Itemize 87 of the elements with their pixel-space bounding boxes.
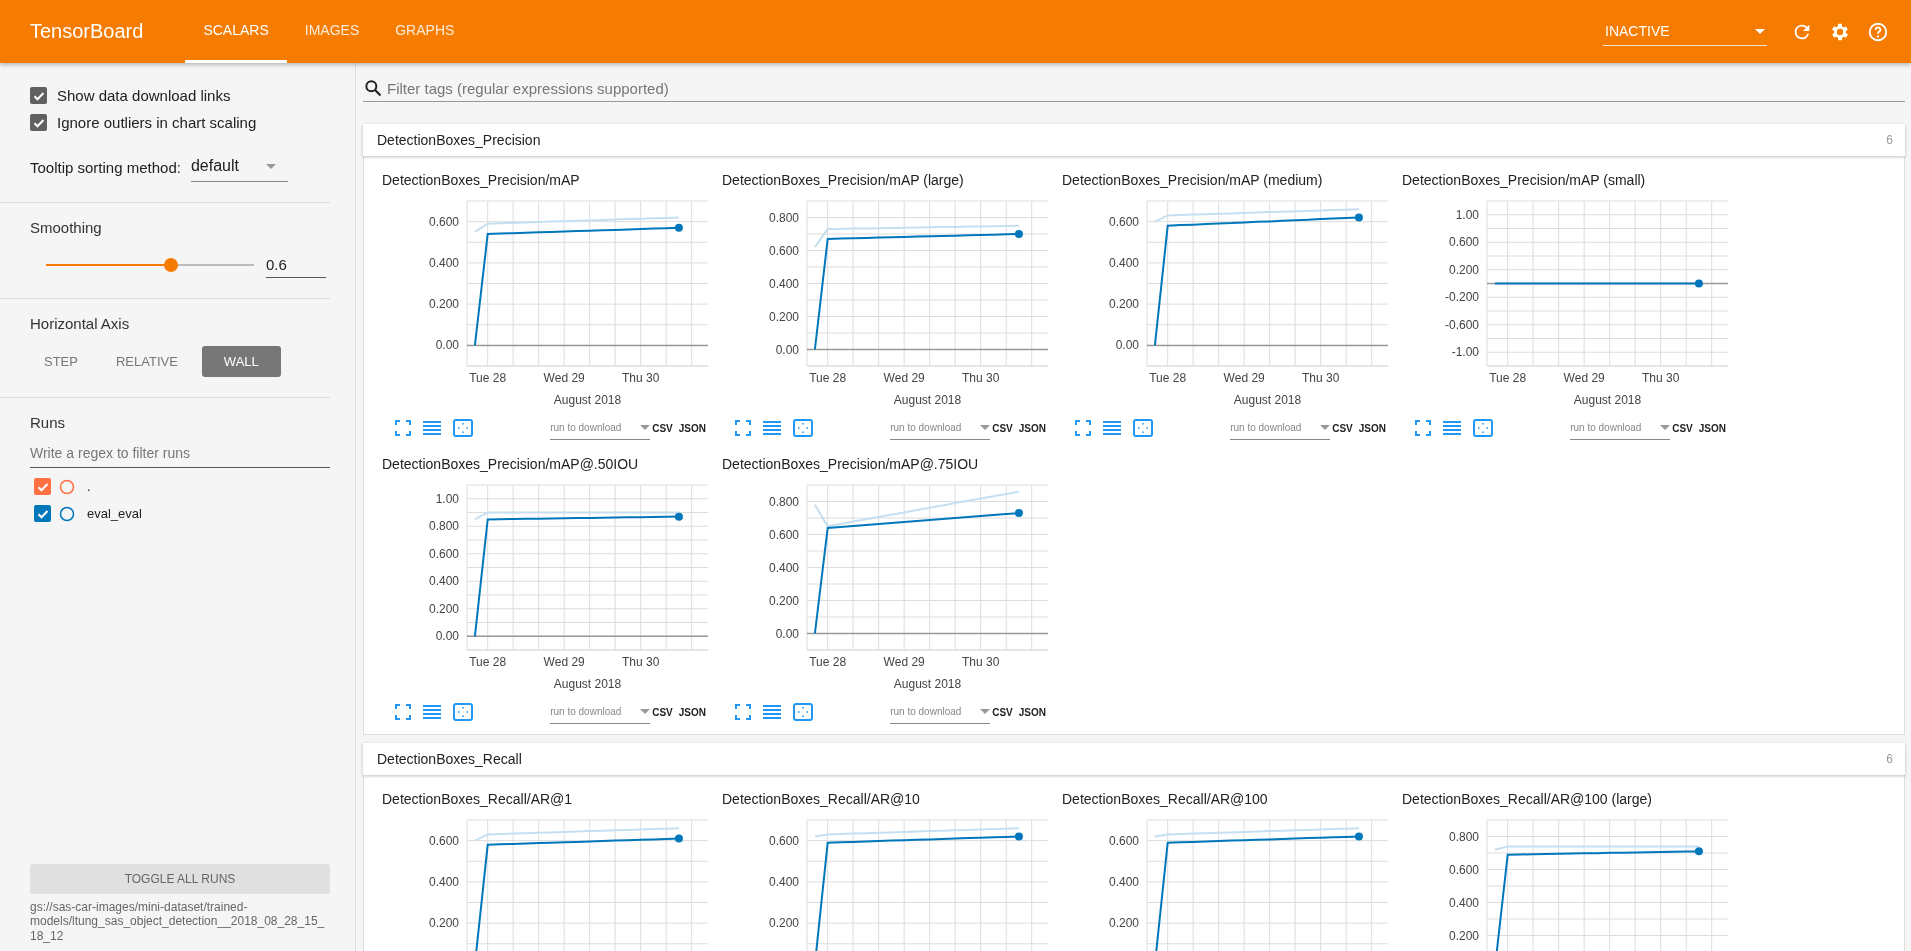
y-tick-label: 0.200 xyxy=(768,309,799,324)
y-tick-label: 0.200 xyxy=(1448,928,1479,943)
x-tick-label: Thu 30 xyxy=(1642,371,1680,385)
y-tick-label: 1.00 xyxy=(435,491,459,506)
x-tick-label: Tue 28 xyxy=(469,371,507,385)
y-tick-label: 0.600 xyxy=(1448,235,1479,250)
x-tick-label: Wed 29 xyxy=(1563,371,1605,385)
x-axis-label: August 2018 xyxy=(553,677,622,691)
section-title: Smoothing xyxy=(30,219,103,236)
y-tick-label: -0.200 xyxy=(1444,290,1479,305)
y-tick-label: 0.00 xyxy=(435,338,459,353)
x-tick-label: Thu 30 xyxy=(622,371,660,385)
chart-title: DetectionBoxes_Precision/mAP (large) xyxy=(721,171,965,190)
y-tick-label: 0.400 xyxy=(428,574,459,589)
y-tick-label: 0.600 xyxy=(1448,862,1479,877)
y-tick-label: 0.200 xyxy=(768,916,799,931)
y-tick-label: 0.00 xyxy=(775,626,799,641)
y-tick-label: 0.400 xyxy=(1108,874,1139,889)
x-tick-label: Wed 29 xyxy=(543,371,585,385)
chart-title: DetectionBoxes_Precision/mAP (medium) xyxy=(1061,171,1324,190)
y-tick-label: 0.400 xyxy=(768,276,799,291)
y-tick-label: 0.00 xyxy=(775,342,799,357)
y-tick-label: 0.200 xyxy=(428,297,459,312)
y-tick-label: 0.00 xyxy=(435,629,459,644)
x-axis-label: August 2018 xyxy=(893,393,962,407)
y-tick-label: 0.600 xyxy=(768,833,799,848)
x-tick-label: Tue 28 xyxy=(469,655,507,669)
y-tick-label: 1.00 xyxy=(1455,207,1479,222)
x-tick-label: Thu 30 xyxy=(1302,371,1340,385)
chart-title: DetectionBoxes_Precision/mAP@.50IOU xyxy=(381,455,640,474)
app-title: TensorBoard xyxy=(30,20,144,43)
y-tick-label: 0.400 xyxy=(768,874,799,889)
y-tick-label: 0.200 xyxy=(1108,297,1139,312)
x-axis-label: August 2018 xyxy=(553,393,622,407)
x-tick-label: Wed 29 xyxy=(883,655,925,669)
chart-title: DetectionBoxes_Recall/AR@100 xyxy=(1061,790,1269,809)
y-tick-label: 0.200 xyxy=(428,916,459,931)
x-tick-label: Tue 28 xyxy=(1489,371,1527,385)
chart-title: DetectionBoxes_Recall/AR@10 xyxy=(721,790,921,809)
x-tick-label: Tue 28 xyxy=(809,371,847,385)
chart-title: DetectionBoxes_Recall/AR@100 (large) xyxy=(1401,790,1653,809)
x-tick-label: Thu 30 xyxy=(962,655,1000,669)
field-label: Tooltip sorting method: xyxy=(30,159,181,176)
y-tick-label: -0.600 xyxy=(1444,317,1479,332)
y-tick-label: 0.400 xyxy=(428,255,459,270)
y-tick-label: -1.00 xyxy=(1451,345,1479,360)
y-tick-label: 0.400 xyxy=(1108,255,1139,270)
chart-title: DetectionBoxes_Precision/mAP (small) xyxy=(1401,171,1647,190)
x-tick-label: Thu 30 xyxy=(622,655,660,669)
chart-title: DetectionBoxes_Precision/mAP@.75IOU xyxy=(721,455,980,474)
run-name: . xyxy=(87,479,91,494)
y-tick-label: 0.600 xyxy=(768,527,799,542)
y-tick-label: 0.200 xyxy=(428,601,459,616)
x-tick-label: Thu 30 xyxy=(962,371,1000,385)
y-tick-label: 0.600 xyxy=(428,833,459,848)
x-axis-label: August 2018 xyxy=(1233,393,1302,407)
x-tick-label: Wed 29 xyxy=(543,655,585,669)
log-directory-path: gs://sas-car-images/mini-dataset/trained-models/ltung_sas_object_detection__2018_08_28_15_18_12 xyxy=(30,899,326,943)
y-tick-label: 0.600 xyxy=(1108,214,1139,229)
x-tick-label: Wed 29 xyxy=(883,371,925,385)
run-name: eval_eval xyxy=(87,506,142,521)
x-tick-label: Tue 28 xyxy=(1149,371,1187,385)
y-tick-label: 0.800 xyxy=(1448,829,1479,844)
y-tick-label: 0.00 xyxy=(1115,338,1139,353)
y-tick-label: 0.400 xyxy=(1448,895,1479,910)
y-tick-label: 0.600 xyxy=(428,546,459,561)
y-tick-label: 0.600 xyxy=(768,243,799,258)
y-tick-label: 0.200 xyxy=(768,593,799,608)
x-tick-label: Tue 28 xyxy=(809,655,847,669)
y-tick-label: 0.800 xyxy=(768,210,799,225)
y-tick-label: 0.400 xyxy=(768,560,799,575)
x-axis-label: August 2018 xyxy=(893,677,962,691)
y-tick-label: 0.800 xyxy=(768,494,799,509)
y-tick-label: 0.200 xyxy=(1108,916,1139,931)
checkbox-label: Ignore outliers in chart scaling xyxy=(57,114,257,131)
section-title: Runs xyxy=(30,414,67,431)
y-tick-label: 0.800 xyxy=(428,519,459,534)
x-axis-label: August 2018 xyxy=(1573,393,1642,407)
y-tick-label: 0.200 xyxy=(1448,262,1479,277)
checkbox-label: Show data download links xyxy=(57,87,231,104)
section-title: Horizontal Axis xyxy=(30,315,131,332)
chart-title: DetectionBoxes_Recall/AR@1 xyxy=(381,790,574,809)
x-tick-label: Wed 29 xyxy=(1223,371,1265,385)
y-tick-label: 0.600 xyxy=(428,214,459,229)
y-tick-label: 0.600 xyxy=(1108,833,1139,848)
chart-title: DetectionBoxes_Precision/mAP xyxy=(381,171,581,190)
y-tick-label: 0.400 xyxy=(428,874,459,889)
